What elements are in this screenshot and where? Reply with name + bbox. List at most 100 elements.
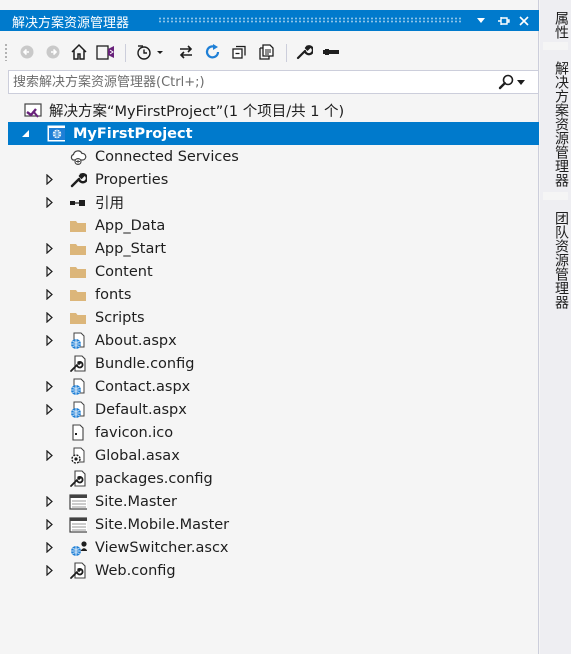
toolbar-grip[interactable] bbox=[4, 43, 8, 61]
search-box[interactable] bbox=[8, 70, 539, 94]
tree-item[interactable]: ViewSwitcher.ascx bbox=[8, 536, 539, 559]
tree-item-label: 引用 bbox=[95, 196, 124, 212]
tree-item[interactable]: fonts bbox=[8, 283, 539, 306]
refresh-icon bbox=[205, 44, 220, 59]
tree-item-label: Content bbox=[95, 263, 153, 280]
sync-arrows-icon bbox=[179, 45, 193, 59]
cloud-icon bbox=[69, 148, 87, 166]
tree-item[interactable]: 引用 bbox=[8, 191, 539, 214]
sync-with-active-document-button[interactable] bbox=[175, 40, 197, 64]
tree-item[interactable]: favicon.ico bbox=[8, 421, 539, 444]
back-button[interactable] bbox=[16, 40, 38, 64]
toolbar-separator bbox=[286, 44, 287, 62]
preview-selected-items-button[interactable] bbox=[320, 40, 342, 64]
master-page-icon bbox=[69, 516, 87, 534]
wrench-icon bbox=[69, 171, 87, 189]
collapsed-arrow-icon[interactable] bbox=[44, 496, 54, 508]
collapsed-arrow-icon[interactable] bbox=[44, 289, 54, 301]
tree-item[interactable]: Properties bbox=[8, 168, 539, 191]
tree-item[interactable]: Web.config bbox=[8, 559, 539, 582]
tree-item[interactable]: Bundle.config bbox=[8, 352, 539, 375]
tree-item-solution[interactable]: 解决方案“MyFirstProject”(1 个项目/共 1 个) bbox=[8, 99, 539, 122]
search-icon[interactable] bbox=[498, 74, 514, 90]
show-all-files-icon bbox=[259, 44, 274, 60]
search-options[interactable] bbox=[498, 73, 532, 91]
collapsed-arrow-icon[interactable] bbox=[44, 243, 54, 255]
tree-item[interactable]: Content bbox=[8, 260, 539, 283]
tree-item[interactable]: About.aspx bbox=[8, 329, 539, 352]
search-input[interactable] bbox=[13, 73, 493, 91]
tree-item-label: Connected Services bbox=[95, 148, 239, 165]
collapsed-arrow-icon[interactable] bbox=[44, 519, 54, 531]
dropdown-arrow-icon bbox=[477, 18, 485, 23]
tree-item-label: Global.asax bbox=[95, 447, 180, 464]
toolbar-separator bbox=[125, 44, 126, 62]
collapsed-arrow-icon[interactable] bbox=[44, 404, 54, 416]
web-project-icon bbox=[47, 125, 65, 143]
collapsed-arrow-icon[interactable] bbox=[44, 266, 54, 278]
toolbar bbox=[0, 38, 539, 66]
collapse-all-button[interactable] bbox=[229, 40, 251, 64]
tree-item-label: Site.Master bbox=[95, 493, 177, 510]
auto-hide-pin-button[interactable] bbox=[495, 10, 513, 31]
collapsed-arrow-icon[interactable] bbox=[44, 174, 54, 186]
reference-icon bbox=[69, 194, 87, 212]
tree-item-label: Bundle.config bbox=[95, 355, 195, 372]
clock-filter-icon bbox=[137, 45, 163, 60]
search-options-dropdown-icon[interactable] bbox=[517, 79, 525, 85]
collapsed-arrow-icon[interactable] bbox=[44, 197, 54, 209]
tree-item-label: Site.Mobile.Master bbox=[95, 516, 230, 533]
tree-item[interactable]: Default.aspx bbox=[8, 398, 539, 421]
tree-item-project[interactable]: MyFirstProject bbox=[8, 122, 539, 145]
collapse-all-icon bbox=[232, 45, 246, 59]
global-asax-icon bbox=[69, 447, 87, 465]
tree-item-label: App_Start bbox=[95, 240, 166, 257]
tree-item[interactable]: Site.Mobile.Master bbox=[8, 513, 539, 536]
side-tab-label: 属性 bbox=[553, 11, 569, 39]
tree-item[interactable]: Global.asax bbox=[8, 444, 539, 467]
collapsed-arrow-icon[interactable] bbox=[44, 335, 54, 347]
collapsed-arrow-icon[interactable] bbox=[44, 381, 54, 393]
tree-item[interactable]: Site.Master bbox=[8, 490, 539, 513]
forward-button[interactable] bbox=[42, 40, 64, 64]
pending-changes-filter-button[interactable] bbox=[133, 40, 167, 64]
tree-item[interactable]: Contact.aspx bbox=[8, 375, 539, 398]
tree-item[interactable]: App_Start bbox=[8, 237, 539, 260]
tree-item-label: Web.config bbox=[95, 562, 176, 579]
title-drag-grip[interactable] bbox=[158, 17, 461, 23]
collapsed-arrow-icon[interactable] bbox=[44, 565, 54, 577]
web-page-icon bbox=[69, 378, 87, 396]
folder-icon bbox=[69, 309, 87, 327]
close-button[interactable] bbox=[515, 10, 533, 31]
tree-item[interactable]: packages.config bbox=[8, 467, 539, 490]
tree-item[interactable]: Scripts bbox=[8, 306, 539, 329]
tree-item-label: ViewSwitcher.ascx bbox=[95, 539, 229, 556]
tree-item-label: Properties bbox=[95, 171, 169, 188]
tree-item-label: 解决方案“MyFirstProject”(1 个项目/共 1 个) bbox=[49, 104, 345, 120]
show-all-files-button[interactable] bbox=[256, 40, 278, 64]
tree-item[interactable]: App_Data bbox=[8, 214, 539, 237]
side-tab-strip: 属性 解决方案资源管理器 团队资源管理器 bbox=[540, 0, 571, 654]
side-tab-team-explorer[interactable]: 团队资源管理器 bbox=[540, 198, 571, 318]
collapsed-arrow-icon[interactable] bbox=[44, 450, 54, 462]
properties-button[interactable] bbox=[293, 40, 315, 64]
solution-explorer-panel: 解决方案资源管理器 搜索解决方案资源管理器(Ctrl+;) 解决方案“MyFir… bbox=[0, 0, 539, 654]
collapsed-arrow-icon[interactable] bbox=[44, 312, 54, 324]
close-icon bbox=[519, 15, 529, 26]
tree-item[interactable]: Connected Services bbox=[8, 145, 539, 168]
switch-views-button[interactable] bbox=[95, 40, 117, 64]
home-button[interactable] bbox=[68, 40, 90, 64]
side-tab-properties[interactable]: 属性 bbox=[540, 0, 571, 46]
expanded-arrow-icon[interactable] bbox=[20, 128, 30, 140]
switch-views-icon bbox=[96, 45, 114, 60]
side-tab-solution-explorer[interactable]: 解决方案资源管理器 bbox=[540, 48, 571, 196]
back-arrow-icon bbox=[20, 45, 34, 59]
user-control-icon bbox=[69, 539, 87, 557]
collapsed-arrow-icon[interactable] bbox=[44, 542, 54, 554]
solution-icon bbox=[24, 102, 42, 120]
window-position-dropdown-button[interactable] bbox=[472, 10, 490, 31]
side-tab-label: 团队资源管理器 bbox=[553, 211, 569, 309]
home-icon bbox=[71, 43, 87, 60]
master-page-icon bbox=[69, 493, 87, 511]
refresh-button[interactable] bbox=[202, 40, 224, 64]
